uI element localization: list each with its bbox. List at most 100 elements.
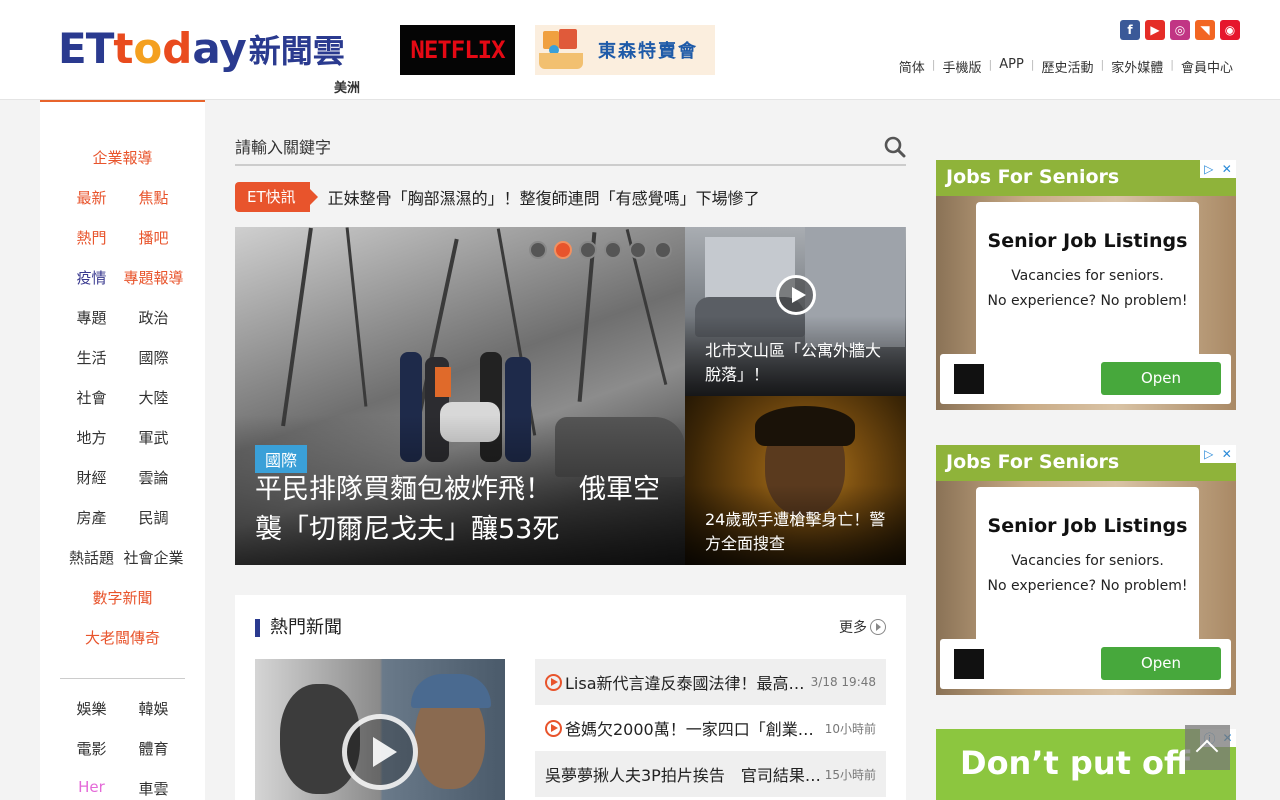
nav-item[interactable]: 最新 (61, 187, 123, 208)
netflix-banner[interactable]: NETFLIX (400, 25, 515, 75)
search-icon[interactable] (884, 136, 906, 158)
search-input[interactable] (235, 130, 855, 164)
nav-row: 地方 軍武 (40, 427, 205, 448)
ad-banner-1[interactable]: Jobs For Seniors ▷ ✕ Senior Job Listings Vac… (936, 160, 1236, 410)
side-story-2-title: 24歲歌手遭槍擊身亡！警方全面搜查 (705, 510, 886, 553)
nav-item[interactable]: 財經 (61, 467, 123, 488)
hot-news-item[interactable]: 吳夢夢揪人夫3P拍片挨告 官司結果… 15小時前 (535, 751, 886, 797)
video-icon (545, 673, 562, 691)
nav-item[interactable]: 社會 (61, 387, 123, 408)
hot-news-time: 10小時前 (824, 721, 876, 736)
carousel-dot[interactable] (654, 241, 672, 259)
rss-icon[interactable]: ◥ (1195, 20, 1215, 40)
nav-item[interactable]: 生活 (61, 347, 123, 368)
play-icon[interactable] (342, 714, 418, 790)
hot-news-item[interactable]: 爸媽欠2000萬！一家四口「創業賣… 10小時前 (535, 705, 886, 751)
nav-item[interactable]: 熱話題 (61, 547, 123, 568)
side-story-2[interactable]: 24歲歌手遭槍擊身亡！警方全面搜查 (685, 396, 906, 565)
nav-item[interactable]: 專題 (61, 307, 123, 328)
facebook-icon[interactable]: f (1120, 20, 1140, 40)
nav-item[interactable]: 體育 (123, 738, 185, 759)
nav-divider (60, 678, 185, 679)
ad-banner-2[interactable]: Jobs For Seniors ▷ ✕ Senior Job Listings Vac… (936, 445, 1236, 695)
play-icon[interactable] (776, 275, 816, 315)
hot-news-item[interactable]: Lisa新代言違反泰國法律！最高「… 3/18 19:48 (535, 659, 886, 705)
nav-item[interactable]: 政治 (123, 307, 185, 328)
weibo-icon[interactable]: ◉ (1220, 20, 1240, 40)
carousel-dot[interactable] (604, 241, 622, 259)
nav-row: 娛樂 韓娛 (40, 698, 205, 719)
adchoices-icon[interactable]: ▷ ✕ (1200, 445, 1236, 463)
netflix-label: NETFLIX (410, 36, 505, 64)
nav-item[interactable]: 社會企業 (123, 547, 185, 568)
nav-item[interactable]: 車雲 (123, 778, 185, 799)
ad-open-button[interactable]: Open (1101, 647, 1221, 680)
hot-news-more-link[interactable]: 更多 (839, 617, 886, 637)
nav-row: 熱話題 社會企業 (40, 547, 205, 568)
nav-item[interactable]: 娛樂 (61, 698, 123, 719)
top-link[interactable]: 家外媒體 (1104, 57, 1170, 76)
carousel-dot[interactable] (579, 241, 597, 259)
nav-item[interactable]: 韓娛 (123, 698, 185, 719)
top-links: 简体 | 手機版 | APP | 歷史活動 | 家外媒體 | 會員中心 (892, 57, 1240, 76)
nav-item[interactable]: 地方 (61, 427, 123, 448)
ad-title: Jobs For Seniors (946, 166, 1120, 188)
hero-category-tag[interactable]: 國際 (255, 445, 308, 473)
top-link[interactable]: 會員中心 (1174, 57, 1240, 76)
nav-row: 專題 政治 (40, 307, 205, 328)
nav-item[interactable]: 疫情 (61, 267, 123, 288)
top-link[interactable]: 简体 (892, 57, 932, 76)
logo-ay: ay (192, 24, 247, 73)
nav-item[interactable]: 熱門 (61, 227, 123, 248)
adchoices-icon[interactable]: ▷ ✕ (1200, 160, 1236, 178)
nav-row: 疫情 專題報導 (40, 267, 205, 288)
nav-item[interactable]: 電影 (61, 738, 123, 759)
breaking-news-tag: ET快訊 (235, 182, 318, 212)
hot-news-headline: 吳夢夢揪人夫3P拍片挨告 官司結果… (545, 766, 821, 785)
tosen-banner[interactable]: 東森特賣會 (535, 25, 715, 75)
nav-item[interactable]: 專題報導 (123, 267, 185, 288)
nav-item[interactable]: 播吧 (123, 227, 185, 248)
nav-item[interactable]: 國際 (123, 347, 185, 368)
nav-row: 企業報導 (40, 147, 205, 168)
nav-row: 房產 民調 (40, 507, 205, 528)
hot-news-title: 熱門新聞 (255, 619, 342, 637)
nav-row: 財經 雲論 (40, 467, 205, 488)
top-link[interactable]: 歷史活動 (1035, 57, 1101, 76)
nav-item[interactable]: 焦點 (123, 187, 185, 208)
ettoday-logo[interactable]: ET t o d ay 新聞雲 (58, 24, 345, 73)
hot-news-panel: 熱門新聞 更多 Lisa新代言違反泰國法律！最高「… 3/18 19:48 爸媽欠2… (235, 595, 906, 800)
hot-news-thumbnail[interactable] (255, 659, 505, 800)
nav-item[interactable]: 軍武 (123, 427, 185, 448)
carousel-dot[interactable] (554, 241, 572, 259)
nav-item[interactable]: Her (61, 778, 123, 799)
hot-news-time: 3/18 19:48 (810, 675, 876, 689)
logo-t: t (113, 24, 134, 73)
ad-card-title: Senior Job Listings (987, 230, 1188, 252)
ad-card-line: Vacancies for seniors. (1011, 268, 1164, 284)
tosen-label: 東森特賣會 (598, 41, 698, 62)
top-link[interactable]: 手機版 (935, 57, 988, 76)
nav-item[interactable]: 大陸 (123, 387, 185, 408)
hero-headline[interactable]: 平民排隊買麵包被炸飛！ 俄軍空襲「切爾尼戈夫」釀53死 (255, 470, 675, 550)
advertiser-logo (954, 364, 984, 394)
nav-item[interactable]: 房產 (61, 507, 123, 528)
nav-item[interactable]: 民調 (123, 507, 185, 528)
youtube-icon[interactable]: ▶ (1145, 20, 1165, 40)
nav-item[interactable]: 大老闆傳奇 (63, 627, 183, 648)
nav-item[interactable]: 企業報導 (63, 147, 183, 168)
top-link[interactable]: APP (992, 57, 1031, 76)
nav-item[interactable]: 數字新聞 (63, 587, 183, 608)
logo-o: o (133, 24, 163, 73)
ad-card-line: No experience? No problem! (987, 578, 1188, 594)
carousel-dot[interactable] (629, 241, 647, 259)
back-to-top-button[interactable] (1185, 725, 1230, 770)
ad-open-button[interactable]: Open (1101, 362, 1221, 395)
breaking-news-headline[interactable]: 正妹整骨「胸部濕濕的」！整復師連問「有感覺嗎」下場慘了 (328, 185, 760, 209)
breaking-news: ET快訊 正妹整骨「胸部濕濕的」！整復師連問「有感覺嗎」下場慘了 (235, 182, 760, 212)
instagram-icon[interactable]: ◎ (1170, 20, 1190, 40)
ad-banner-3-text: Don’t put off (960, 744, 1190, 782)
nav-item[interactable]: 雲論 (123, 467, 185, 488)
carousel-dot[interactable] (529, 241, 547, 259)
region-label[interactable]: 美洲 (334, 77, 360, 96)
